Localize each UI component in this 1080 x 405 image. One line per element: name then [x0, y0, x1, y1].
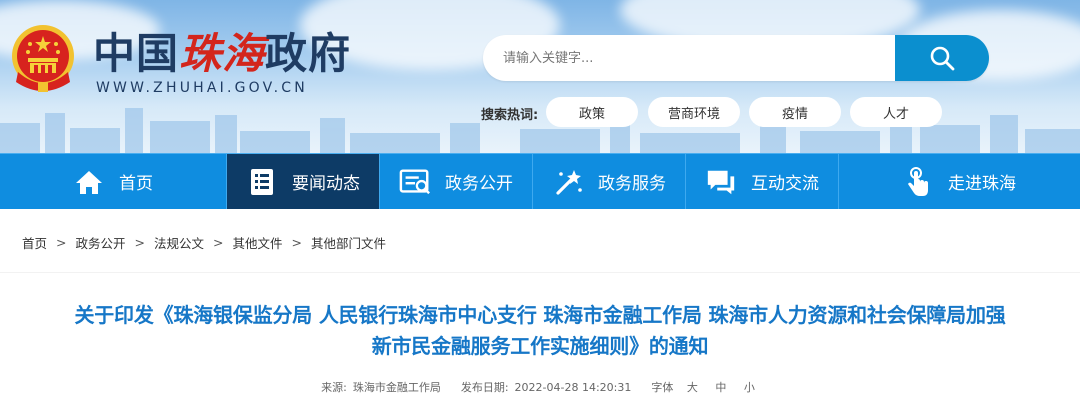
main-navigation: 首页 要闻动态 政务公开 政务服务 互动交流 走进珠海 — [0, 153, 1080, 209]
article-title-line-1: 关于印发《珠海银保监分局 人民银行珠海市中心支行 珠海市金融工作局 珠海市人力资… — [74, 303, 1006, 327]
service-icon — [552, 166, 584, 198]
hot-tag-epidemic[interactable]: 疫情 — [749, 97, 841, 127]
breadcrumb-separator: > — [291, 235, 302, 250]
breadcrumb-other-documents[interactable]: 其他文件 — [233, 233, 283, 252]
nav-label: 政务服务 — [598, 174, 666, 194]
breadcrumb: 首页 > 政务公开 > 法规公文 > 其他文件 > 其他部门文件 — [22, 233, 386, 252]
source-value: 珠海市金融工作局 — [352, 381, 441, 394]
nav-label: 要闻动态 — [292, 174, 360, 194]
nav-item-government-services[interactable]: 政务服务 — [533, 154, 686, 209]
breadcrumb-separator: > — [134, 235, 145, 250]
search-icon — [930, 46, 955, 71]
search-button[interactable] — [895, 35, 989, 81]
hot-tag-policy[interactable]: 政策 — [546, 97, 638, 127]
site-url: WWW.ZHUHAI.GOV.CN — [96, 80, 308, 96]
date-label: 发布日期: — [460, 381, 509, 394]
breadcrumb-regulations[interactable]: 法规公文 — [154, 233, 204, 252]
nav-label: 首页 — [119, 174, 153, 194]
nav-label: 互动交流 — [751, 174, 819, 194]
nav-item-news[interactable]: 要闻动态 — [227, 154, 380, 209]
breadcrumb-separator: > — [56, 235, 67, 250]
chat-icon — [705, 166, 737, 198]
nav-item-interaction[interactable]: 互动交流 — [686, 154, 839, 209]
logo-text-china: 中国 — [93, 29, 180, 78]
font-size-small-button[interactable]: 小 — [744, 381, 755, 394]
article-meta: 来源: 珠海市金融工作局 发布日期: 2022-04-28 14:20:31 字体 … — [0, 379, 1080, 395]
site-logo[interactable]: 中国珠海政府 — [93, 30, 351, 78]
breadcrumb-home[interactable]: 首页 — [22, 233, 47, 252]
breadcrumb-other-department-documents[interactable]: 其他部门文件 — [311, 233, 386, 252]
logo-text-zhuhai: 珠海 — [179, 29, 266, 78]
date-value: 2022-04-28 14:20:31 — [514, 381, 632, 394]
national-emblem-icon — [12, 25, 74, 92]
search-input[interactable] — [483, 35, 895, 81]
home-icon — [73, 166, 105, 198]
logo-text-government: 政府 — [265, 29, 352, 78]
nav-item-home[interactable]: 首页 — [0, 154, 227, 209]
article-title-line-2: 新市民金融服务工作实施细则》的通知 — [371, 334, 709, 358]
hot-tag-business-environment[interactable]: 营商环境 — [648, 97, 740, 127]
search-bar — [483, 35, 989, 81]
font-size-label: 字体 — [651, 381, 674, 394]
news-icon — [246, 166, 278, 198]
hot-tag-talent[interactable]: 人才 — [850, 97, 942, 127]
font-size-medium-button[interactable]: 中 — [715, 381, 726, 394]
font-size-large-button[interactable]: 大 — [687, 381, 698, 394]
hand-icon — [902, 166, 934, 198]
nav-label: 走进珠海 — [948, 174, 1016, 194]
breadcrumb-government-affairs[interactable]: 政务公开 — [76, 233, 126, 252]
nav-label: 政务公开 — [445, 174, 513, 194]
nav-item-government-affairs[interactable]: 政务公开 — [380, 154, 533, 209]
site-header: 中国珠海政府 WWW.ZHUHAI.GOV.CN 搜索热词: 政策 营商环境 疫… — [0, 0, 1080, 153]
divider — [0, 272, 1080, 273]
hot-search-label: 搜索热词: — [481, 108, 539, 123]
source-label: 来源: — [321, 381, 347, 394]
nav-item-about-zhuhai[interactable]: 走进珠海 — [839, 154, 1079, 209]
breadcrumb-separator: > — [213, 235, 224, 250]
document-icon — [399, 166, 431, 198]
article-title: 关于印发《珠海银保监分局 人民银行珠海市中心支行 珠海市金融工作局 珠海市人力资… — [0, 300, 1080, 362]
